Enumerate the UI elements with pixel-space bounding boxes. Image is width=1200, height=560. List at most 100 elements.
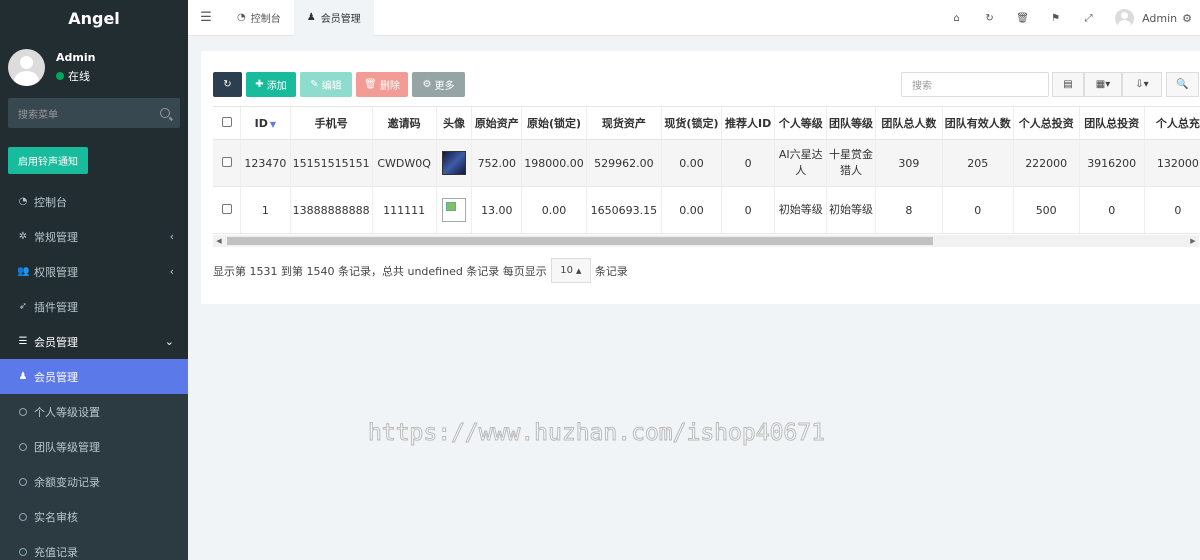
- page-size-select[interactable]: 10 ▲: [550, 258, 591, 283]
- table-row[interactable]: 123470 15151515151 CWDW0Q 752.00 198000.…: [213, 139, 1200, 187]
- sidebar-item-label: 会员管理: [34, 370, 78, 384]
- add-button[interactable]: ✚ 添加: [246, 72, 296, 97]
- search-button[interactable]: 🔍: [1166, 72, 1199, 97]
- search-placeholder: 搜索: [912, 81, 932, 92]
- fullscreen-icon[interactable]: ⤢: [1072, 0, 1105, 36]
- search-icon[interactable]: [160, 108, 170, 118]
- language-icon[interactable]: ⚑: [1039, 0, 1072, 36]
- cell-code: 111111: [371, 186, 437, 234]
- column-header[interactable]: 团队总投资: [1078, 106, 1145, 140]
- scroll-left-icon[interactable]: ◀: [213, 235, 225, 247]
- sidebar-item-general[interactable]: ✲ 常规管理 ‹: [0, 219, 188, 254]
- sidebar-search-input[interactable]: 搜索菜单: [8, 98, 180, 128]
- column-header[interactable]: 团队等级: [825, 106, 876, 140]
- user-icon: ♟: [306, 12, 316, 23]
- sidebar-item-permissions[interactable]: 👥 权限管理 ‹: [0, 254, 188, 289]
- home-icon[interactable]: ⌂: [940, 0, 973, 36]
- more-button[interactable]: ⚙ 更多: [412, 72, 465, 97]
- circle-icon: [19, 547, 27, 556]
- refresh-icon[interactable]: ↻: [973, 0, 1006, 36]
- gear-icon: ⚙: [422, 79, 432, 90]
- column-header[interactable]: 个人等级: [774, 106, 827, 140]
- delete-button[interactable]: 🗑 删除: [356, 72, 408, 97]
- sidebar-item-personal-level[interactable]: 个人等级设置: [0, 394, 188, 429]
- admin-menu[interactable]: Admin ⚙: [1115, 8, 1192, 28]
- more-label: 更多: [434, 81, 455, 92]
- column-header[interactable]: 团队总人数: [874, 106, 943, 140]
- trash-icon[interactable]: 🗑: [1006, 0, 1039, 36]
- sort-down-icon[interactable]: ▼: [270, 120, 276, 129]
- select-all-checkbox[interactable]: [213, 106, 241, 140]
- sidebar-item-label: 权限管理: [34, 265, 78, 279]
- cell-team-valid: 205: [941, 139, 1014, 187]
- horizontal-scrollbar[interactable]: ◀ ▶: [213, 235, 1199, 247]
- sidebar-item-members[interactable]: ♟ 会员管理: [0, 359, 188, 394]
- column-header[interactable]: ID ▼: [240, 106, 291, 140]
- table-row[interactable]: 1 13888888888 111111 13.00 0.00 1650693.…: [213, 186, 1200, 234]
- circle-icon: [19, 407, 27, 416]
- rocket-icon: ➶: [18, 301, 28, 312]
- column-header[interactable]: 个人总投资: [1012, 106, 1080, 140]
- avatar: [1115, 8, 1135, 28]
- sidebar-item-team-level[interactable]: 团队等级管理: [0, 429, 188, 464]
- circle-icon: [19, 442, 27, 451]
- column-header[interactable]: 原始(锁定): [521, 106, 587, 140]
- sidebar-item-label: 常规管理: [34, 230, 78, 244]
- cell-avatar[interactable]: [435, 186, 472, 234]
- chevron-left-icon: ‹: [169, 230, 174, 243]
- cell-ref: 0: [720, 186, 775, 234]
- search-placeholder: 搜索菜单: [18, 109, 58, 121]
- enable-notification-button[interactable]: 启用铃声通知: [8, 147, 88, 174]
- tab-label: 会员管理: [320, 14, 361, 25]
- sidebar-item-label: 实名审核: [34, 510, 78, 524]
- sidebar-item-plugins[interactable]: ➶ 插件管理: [0, 289, 188, 324]
- cell-spot-lock: 0.00: [661, 186, 722, 234]
- refresh-button[interactable]: ↻: [213, 72, 242, 97]
- sidebar-item-label: 充值记录: [34, 545, 78, 559]
- tab-dashboard[interactable]: ◔ 控制台: [224, 0, 294, 36]
- cell-avatar[interactable]: [435, 139, 472, 187]
- row-checkbox[interactable]: [213, 186, 241, 234]
- grid-icon: ▦▾: [1095, 79, 1111, 90]
- column-header[interactable]: 个人总充: [1143, 106, 1200, 140]
- user-icon: ♟: [18, 371, 28, 382]
- scroll-right-icon[interactable]: ▶: [1187, 235, 1199, 247]
- sidebar-item-recharge[interactable]: 充值记录: [0, 534, 188, 560]
- brand-logo[interactable]: Angel: [0, 0, 188, 36]
- export-button[interactable]: ⇩▾: [1122, 72, 1162, 97]
- column-header[interactable]: 团队有效人数: [941, 106, 1014, 140]
- column-header[interactable]: 邀请码: [371, 106, 437, 140]
- avatar-image[interactable]: [442, 151, 466, 175]
- column-header[interactable]: 现货(锁定): [661, 106, 722, 140]
- cell-team-level: 初始等级: [825, 186, 876, 234]
- avatar: [8, 48, 45, 86]
- tab-members[interactable]: ♟ 会员管理: [293, 0, 374, 36]
- table-search-input[interactable]: 搜索: [901, 72, 1049, 97]
- list-icon: ☰: [18, 336, 28, 347]
- edit-button[interactable]: ✎ 编辑: [300, 72, 352, 97]
- sidebar-item-members-group[interactable]: ☰ 会员管理 ⌄: [0, 324, 188, 359]
- cell-team-level: 十星赏金猎人: [825, 139, 876, 187]
- sidebar-item-dashboard[interactable]: ◔ 控制台: [0, 184, 188, 219]
- toggle-view-button[interactable]: ▤: [1052, 72, 1084, 97]
- column-header[interactable]: 头像: [435, 106, 472, 140]
- checkbox[interactable]: [221, 116, 232, 127]
- sidebar-item-balance-log[interactable]: 余额变动记录: [0, 464, 188, 499]
- checkbox[interactable]: [221, 156, 232, 167]
- pagination-suffix: 条记录: [594, 264, 628, 278]
- columns-button[interactable]: ▦▾: [1084, 72, 1122, 97]
- broken-image-icon[interactable]: [442, 198, 466, 222]
- sidebar-item-realname[interactable]: 实名审核: [0, 499, 188, 534]
- cell-team-total: 309: [874, 139, 943, 187]
- menu-toggle-icon[interactable]: ☰: [188, 0, 224, 36]
- column-header[interactable]: 现货资产: [585, 106, 662, 140]
- row-checkbox[interactable]: [213, 139, 241, 187]
- scroll-thumb[interactable]: [227, 237, 933, 245]
- dashboard-icon: ◔: [18, 196, 28, 207]
- cell-orig: 752.00: [471, 139, 522, 187]
- column-header[interactable]: 手机号: [289, 106, 373, 140]
- gear-icon[interactable]: ⚙: [1182, 12, 1192, 25]
- column-header[interactable]: 推荐人ID: [720, 106, 775, 140]
- column-header[interactable]: 原始资产: [471, 106, 522, 140]
- checkbox[interactable]: [221, 203, 232, 214]
